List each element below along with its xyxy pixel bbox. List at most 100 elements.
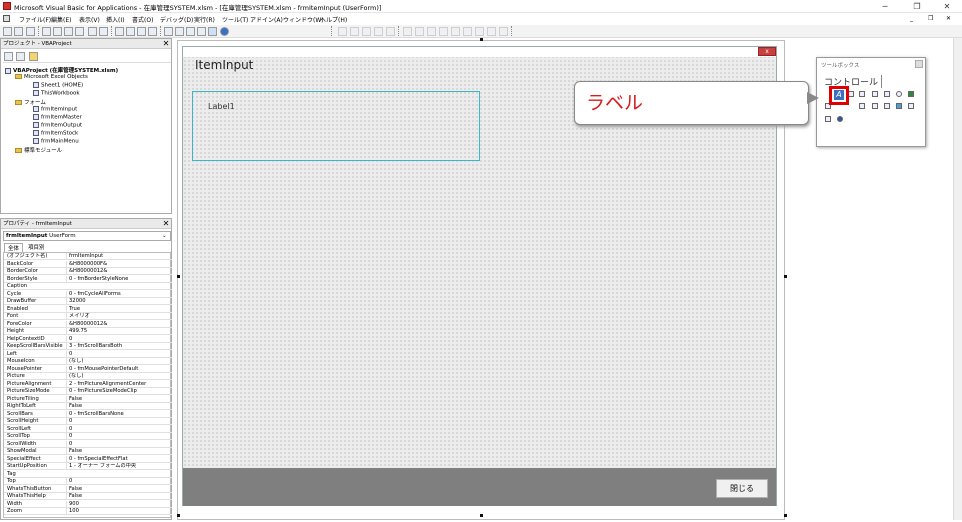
property-row[interactable]: SpecialEffect 0 - fmSpecialEffectFlat	[4, 455, 172, 463]
toolbox-close-icon[interactable]	[915, 60, 923, 68]
tree-forms[interactable]: フォーム	[15, 98, 46, 106]
property-value[interactable]: 499.75	[66, 328, 172, 335]
vba-menu-icon[interactable]	[3, 15, 10, 22]
property-value[interactable]: 0	[66, 350, 172, 358]
help-icon[interactable]	[220, 27, 229, 36]
tree-form-item[interactable]: frmItemInput	[33, 106, 77, 113]
property-value[interactable]: False	[66, 448, 172, 455]
resize-handle[interactable]	[784, 275, 787, 278]
property-row[interactable]: DrawBuffer 32000	[4, 298, 172, 306]
paste-icon[interactable]	[64, 27, 73, 36]
property-row[interactable]: MousePointer 0 - fmMousePointerDefault	[4, 365, 172, 373]
property-value[interactable]: (なし)	[66, 358, 172, 365]
property-value[interactable]: 1 - オーナー フォームの中央	[66, 463, 172, 470]
property-row[interactable]: Tag	[4, 471, 172, 478]
undo-icon[interactable]	[88, 27, 97, 36]
close-form-button[interactable]: 閉じる	[716, 479, 768, 498]
object-selector[interactable]: frmItemInput UserForm ⌄	[3, 231, 171, 241]
property-row[interactable]: ScrollTop 0	[4, 433, 172, 441]
property-row[interactable]: BorderStyle 0 - fmBorderStyleNone	[4, 275, 172, 283]
listbox-tool-icon[interactable]	[872, 91, 878, 97]
menu-addins[interactable]: アドイン(A)	[250, 15, 283, 24]
property-row[interactable]: Picture (なし)	[4, 373, 172, 381]
save-icon[interactable]	[26, 27, 35, 36]
property-value[interactable]: (なし)	[66, 373, 172, 380]
toggle-breakpoint-icon[interactable]	[427, 27, 436, 36]
vertical-scrollbar[interactable]	[953, 38, 962, 520]
excel-view-icon[interactable]	[3, 27, 12, 36]
property-row[interactable]: Caption	[4, 283, 172, 291]
tree-form-item[interactable]: frmItemOutput	[33, 122, 82, 129]
resize-handle[interactable]	[784, 514, 787, 517]
optionbutton-tool-icon[interactable]	[896, 91, 902, 97]
tab-category[interactable]: 項目別	[25, 243, 48, 251]
view-object-icon[interactable]	[16, 52, 25, 61]
menu-file[interactable]: ファイル(F)	[19, 15, 51, 24]
property-row[interactable]: ShowModal False	[4, 448, 172, 456]
property-value[interactable]: 3 - fmScrollBarsBoth	[66, 343, 172, 350]
mdi-close-button[interactable]: ✕	[946, 15, 951, 22]
uncomment-block-icon[interactable]	[451, 27, 460, 36]
property-row[interactable]: WhatsThisButton False	[4, 485, 172, 493]
tree-thisworkbook[interactable]: ThisWorkbook	[33, 90, 80, 97]
property-value[interactable]: 0 - fmPictureSizeModeClip	[66, 388, 172, 395]
mdi-restore-button[interactable]: ❐	[928, 15, 933, 22]
property-value[interactable]: 2 - fmPictureAlignmentCenter	[66, 380, 172, 388]
property-row[interactable]: Enabled True	[4, 305, 172, 313]
properties-window-icon[interactable]	[175, 27, 184, 36]
label1-control[interactable]: Label1	[208, 102, 235, 111]
label-tool-icon[interactable]: A	[834, 90, 844, 100]
redo-icon[interactable]	[99, 27, 108, 36]
property-value[interactable]: 0	[66, 440, 172, 448]
clear-bookmarks-icon[interactable]	[499, 27, 508, 36]
property-row[interactable]: Zoom 100	[4, 508, 172, 516]
property-row[interactable]: PictureSizeMode 0 - fmPictureSizeModeClip	[4, 388, 172, 396]
property-row[interactable]: Font メイリオ	[4, 313, 172, 321]
property-row[interactable]: WhatsThisHelp False	[4, 493, 172, 501]
align-icon[interactable]	[338, 27, 347, 36]
property-value[interactable]: 0	[66, 425, 172, 433]
toolbox-icon[interactable]	[197, 27, 206, 36]
property-value[interactable]: 900	[66, 500, 172, 508]
object-browser-icon[interactable]	[186, 27, 195, 36]
image-tool-icon[interactable]	[896, 103, 902, 109]
indent-icon[interactable]	[403, 27, 412, 36]
property-row[interactable]: PictureTiling False	[4, 395, 172, 403]
property-row[interactable]: (オブジェクト名) frmItemInput	[4, 253, 172, 261]
property-row[interactable]: Cycle 0 - fmCycleAllForms	[4, 290, 172, 298]
property-value[interactable]: メイリオ	[66, 313, 172, 320]
property-value[interactable]: 0	[66, 335, 172, 343]
property-value[interactable]: 0 - fmBorderStyleNone	[66, 275, 172, 283]
property-value[interactable]: &H8000000F&	[66, 260, 172, 268]
property-value[interactable]: 100	[66, 508, 172, 515]
menu-run[interactable]: 実行(R)	[194, 15, 215, 24]
ungroup-icon[interactable]	[386, 27, 395, 36]
outdent-icon[interactable]	[415, 27, 424, 36]
prev-bookmark-icon[interactable]	[487, 27, 496, 36]
combobox-tool-icon[interactable]	[859, 91, 865, 97]
insert-userform-icon[interactable]	[14, 27, 23, 36]
properties-close-button[interactable]: ✕	[161, 219, 171, 229]
property-value[interactable]: False	[66, 403, 172, 410]
project-close-button[interactable]: ✕	[161, 39, 171, 49]
tree-excel-objects[interactable]: Microsoft Excel Objects	[15, 74, 88, 80]
menu-help[interactable]: ヘルプ(H)	[320, 15, 347, 24]
resize-handle[interactable]	[177, 514, 180, 517]
bookmark-icon[interactable]	[463, 27, 472, 36]
property-row[interactable]: ScrollHeight 0	[4, 418, 172, 426]
label-frame[interactable]	[192, 91, 480, 161]
tabstrip-tool-icon[interactable]	[872, 103, 878, 109]
property-value[interactable]: &H80000012&	[66, 320, 172, 328]
group-icon[interactable]	[374, 27, 383, 36]
property-row[interactable]: HelpContextID 0	[4, 335, 172, 343]
tree-form-item[interactable]: frmMainMenu	[33, 138, 79, 145]
property-row[interactable]: ScrollBars 0 - fmScrollBarsNone	[4, 410, 172, 418]
property-row[interactable]: Height 499.75	[4, 328, 172, 336]
property-value[interactable]: &H80000012&	[66, 268, 172, 275]
property-value[interactable]: 0	[66, 418, 172, 425]
comment-block-icon[interactable]	[439, 27, 448, 36]
property-value[interactable]: 0 - fmSpecialEffectFlat	[66, 455, 172, 463]
property-row[interactable]: KeepScrollBarsVisible 3 - fmScrollBarsBot…	[4, 343, 172, 351]
tree-form-item[interactable]: frmItemStock	[33, 130, 78, 137]
property-row[interactable]: Left 0	[4, 350, 172, 358]
